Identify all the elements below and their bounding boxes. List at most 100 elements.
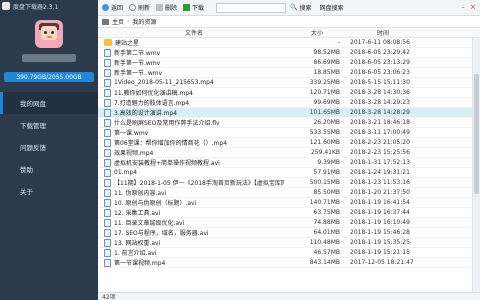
file-icon bbox=[104, 58, 111, 67]
file-name-cell[interactable]: 新手第一节..wmv bbox=[104, 68, 284, 77]
file-icon bbox=[104, 198, 111, 207]
search-icon: 🔍 bbox=[290, 4, 298, 11]
table-row[interactable]: 12. 采集工具.avi 63.75MB 2018-1-19 16:37:44 bbox=[98, 208, 472, 218]
table-row[interactable]: 17. SEO与程序，域名，服务器.avi 64.01MB 2018-1-19 15… bbox=[98, 228, 472, 238]
avatar[interactable] bbox=[35, 20, 63, 48]
table-row[interactable]: 第06堂课：帮你增加你的情商花（）.mp4 121.60MB 2018-2-23 2… bbox=[98, 138, 472, 148]
file-time: 2018-2-23 21:05:20 bbox=[350, 139, 410, 146]
table-row[interactable]: 3.高效的设计演讲.mp4 101.65MB 2018-3-28 14:28:29 bbox=[98, 108, 472, 118]
file-name: 11. 伪原创内容.avi bbox=[114, 190, 167, 197]
file-name-cell[interactable]: 新手第一节.wmv bbox=[104, 58, 284, 67]
file-name-cell[interactable]: 10. 原创与伪原创（标题）.avi bbox=[104, 198, 284, 207]
file-name-cell[interactable]: 1Video_2018-05-11_215653.mp4 bbox=[104, 78, 284, 87]
file-icon bbox=[104, 78, 111, 87]
file-name-cell[interactable]: 11.教你如何优化演讲稿.mp4 bbox=[104, 88, 284, 97]
table-row[interactable]: 第一节课视频.mp4 843.14MB 2017-12-05 18:21:47 bbox=[98, 258, 472, 268]
file-time: 2018-1-23 11:53:16 bbox=[350, 179, 410, 186]
file-name: 13. 网站权重.avi bbox=[114, 240, 161, 247]
scrollbar-thumb[interactable] bbox=[474, 74, 479, 194]
file-name-cell[interactable]: 17. SEO与程序，域名，服务器.avi bbox=[104, 228, 284, 237]
file-name: 01.mp4 bbox=[114, 169, 138, 176]
table-row[interactable]: 11.教你如何优化演讲稿.mp4 120.71MB 2018-3-28 14:30:… bbox=[98, 88, 472, 98]
file-size: 140.71MB bbox=[309, 199, 340, 206]
file-name-cell[interactable]: 13. 网站权重.avi bbox=[104, 238, 284, 247]
refresh-icon bbox=[129, 4, 137, 11]
table-row[interactable]: 虚拟机安装教程+简单操作视频教程.avi 9.39MB 2018-1-31 17:5… bbox=[98, 158, 472, 168]
breadcrumb-current[interactable]: 我的资源 bbox=[132, 17, 156, 26]
search-input[interactable] bbox=[216, 2, 287, 13]
table-row[interactable]: 效果视频.mp4 259.41KB 2018-2-23 15:25:56 bbox=[98, 148, 472, 158]
file-name: 12. 采集工具.avi bbox=[114, 210, 161, 217]
file-name-cell[interactable]: 【11期】2018-1-05 伊一《2018手淘首页新玩法》【虚拟宝库网ww bbox=[104, 178, 284, 187]
file-icon bbox=[104, 158, 111, 167]
file-size: 843.14MB bbox=[309, 259, 340, 266]
sidebar-item-my-drive[interactable]: 我的网盘 bbox=[0, 92, 98, 114]
file-icon bbox=[104, 238, 111, 247]
file-name-cell[interactable]: 01.mp4 bbox=[104, 168, 284, 177]
table-row[interactable]: 【11期】2018-1-05 伊一《2018手淘首页新玩法》【虚拟宝库网ww 50… bbox=[98, 178, 472, 188]
sidebar-item-download-manager[interactable]: 下载管理 bbox=[0, 114, 98, 136]
file-name-cell[interactable]: 第一课.wmv bbox=[104, 128, 284, 137]
file-name-cell[interactable]: 3.高效的设计演讲.mp4 bbox=[104, 108, 284, 117]
breadcrumb-home[interactable]: 主页 bbox=[112, 17, 124, 26]
table-row[interactable]: 11. 伪原创内容.avi 85.50MB 2018-1-20 21:37:50 bbox=[98, 188, 472, 198]
table-row[interactable]: 7.打造魅力的肢体语言.mp4 99.69MB 2018-3-28 14:29:23 bbox=[98, 98, 472, 108]
download-button[interactable]: 下载 bbox=[183, 3, 204, 12]
file-icon bbox=[104, 88, 111, 97]
file-name-cell[interactable]: 7.打造魅力的肢体语言.mp4 bbox=[104, 98, 284, 107]
file-icon bbox=[104, 118, 111, 127]
net-search-button[interactable]: 网盘搜索 bbox=[320, 3, 344, 12]
vertical-scrollbar[interactable] bbox=[472, 38, 480, 292]
file-name-cell[interactable]: 12. 采集工具.avi bbox=[104, 208, 284, 217]
table-row[interactable]: 建站之星 - 2017-6-11 08:08:56 bbox=[98, 38, 472, 48]
file-name-cell[interactable]: 第06堂课：帮你增加你的情商花（）.mp4 bbox=[104, 138, 284, 147]
header-time[interactable]: 时间 bbox=[350, 28, 416, 37]
table-row[interactable]: 新手第一节.wmv 86.69MB 2018-6-05 23:13:29 bbox=[98, 58, 472, 68]
refresh-button[interactable]: 刷新 bbox=[129, 3, 150, 12]
file-name: 10. 原创与伪原创（标题）.avi bbox=[114, 200, 197, 207]
header-name[interactable]: 文件名 bbox=[104, 28, 284, 37]
file-time: 2018-3-21 18:46:18 bbox=[350, 119, 410, 126]
file-size: 533.55MB bbox=[309, 129, 340, 136]
file-name-cell[interactable]: 第一节课视频.mp4 bbox=[104, 258, 284, 267]
table-row[interactable]: 新手第一节..wmv 18.85MB 2018-6-05 23:06:23 bbox=[98, 68, 472, 78]
file-name-cell[interactable]: 建站之星 bbox=[104, 38, 284, 47]
file-size: 9.39MB bbox=[317, 159, 340, 166]
close-icon[interactable]: × bbox=[468, 2, 478, 12]
file-size: 18.85MB bbox=[313, 69, 340, 76]
table-row[interactable]: 13. 网站权重.avi 110.48MB 2018-1-19 15:35:25 bbox=[98, 238, 472, 248]
file-name-cell[interactable]: 新手第二节.wmv bbox=[104, 48, 284, 57]
file-name-cell[interactable]: 11. 伪原创内容.avi bbox=[104, 188, 284, 197]
table-row[interactable]: 11. 目录文章层级优化.avi 74.88MB 2018-1-19 16:10:4… bbox=[98, 218, 472, 228]
file-name-cell[interactable]: 虚拟机安装教程+简单操作视频教程.avi bbox=[104, 158, 284, 167]
file-name-cell[interactable]: 效果视频.mp4 bbox=[104, 148, 284, 157]
file-icon bbox=[104, 188, 111, 197]
table-row[interactable]: 1. 前言介绍.avi 46.57MB 2018-1-19 15:21:15 bbox=[98, 248, 472, 258]
table-row[interactable]: 什么是刷屏SEO及常用作弊手法介绍.flv 26.20MB 2018-3-21 18… bbox=[98, 118, 472, 128]
file-name-cell[interactable]: 什么是刷屏SEO及常用作弊手法介绍.flv bbox=[104, 118, 284, 127]
toolbar: 返回 刷新 删除 下载 🔍 搜索 网盘搜索 – × bbox=[98, 0, 480, 16]
minimize-icon[interactable]: – bbox=[458, 2, 468, 12]
sidebar-item-sponsor[interactable]: 赞助 bbox=[0, 158, 98, 180]
file-icon bbox=[104, 98, 111, 107]
file-name: 第一课.wmv bbox=[114, 130, 149, 137]
file-name-cell[interactable]: 1. 前言介绍.avi bbox=[104, 248, 284, 257]
sidebar-item-about[interactable]: 关于 bbox=[0, 180, 98, 202]
sidebar-item-feedback[interactable]: 问题反馈 bbox=[0, 136, 98, 158]
table-row[interactable]: 第一课.wmv 533.55MB 2018-3-11 17:00:49 bbox=[98, 128, 472, 138]
table-row[interactable]: 1Video_2018-05-11_215653.mp4 339.25MB 2018… bbox=[98, 78, 472, 88]
file-icon bbox=[104, 168, 111, 177]
header-size[interactable]: 大小 bbox=[284, 28, 350, 37]
back-button[interactable]: 返回 bbox=[102, 3, 123, 12]
file-name: 7.打造魅力的肢体语言.mp4 bbox=[114, 100, 190, 107]
table-row[interactable]: 01.mp4 57.91MB 2018-1-24 19:31:21 bbox=[98, 168, 472, 178]
file-icon bbox=[104, 48, 111, 57]
file-size: 57.91MB bbox=[313, 169, 340, 176]
delete-button[interactable]: 删除 bbox=[156, 3, 177, 12]
file-time: 2018-6-05 23:29:42 bbox=[350, 49, 410, 56]
file-time: 2018-1-19 15:35:25 bbox=[350, 239, 410, 246]
table-row[interactable]: 10. 原创与伪原创（标题）.avi 140.71MB 2018-1-19 16:4… bbox=[98, 198, 472, 208]
file-name-cell[interactable]: 11. 目录文章层级优化.avi bbox=[104, 218, 284, 227]
table-row[interactable]: 新手第二节.wmv 98.52MB 2018-6-05 23:29:42 bbox=[98, 48, 472, 58]
search-button[interactable]: 🔍 搜索 bbox=[290, 3, 312, 12]
